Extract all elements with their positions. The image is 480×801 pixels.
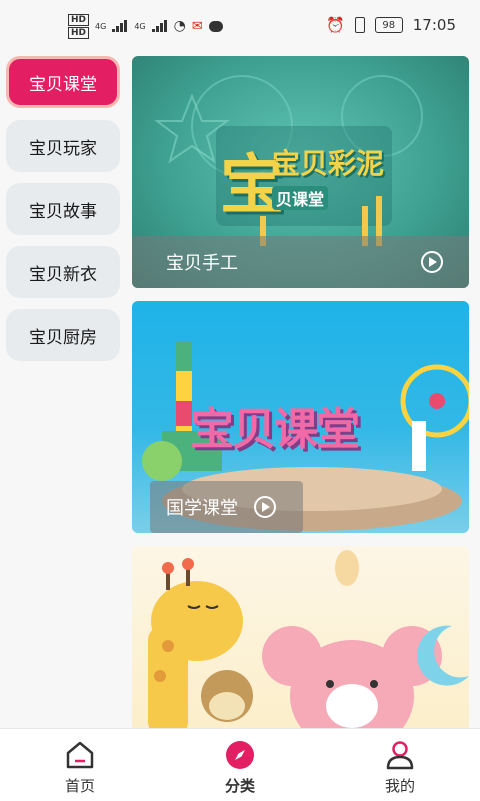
status-left: HD HD 4G 4G ◔ ✉ <box>68 13 223 39</box>
bottom-navigation: 首页 分类 我的 <box>0 728 480 801</box>
alarm-icon: ⏰ <box>326 16 345 34</box>
signal-icon <box>112 20 128 32</box>
sidebar-item-baby-story[interactable]: 宝贝故事 <box>6 183 120 235</box>
card-art-text: 宝贝课堂 <box>190 404 360 455</box>
category-sidebar: 宝贝课堂 宝贝玩家 宝贝故事 宝贝新衣 宝贝厨房 <box>0 56 128 728</box>
card-artwork <box>148 550 469 728</box>
battery-level: 98 <box>382 19 396 31</box>
card-title: 宝贝手工 <box>166 253 238 274</box>
tab-profile[interactable]: 我的 <box>350 737 450 797</box>
card-title: 国学课堂 <box>166 498 238 519</box>
tab-category[interactable]: 分类 <box>190 737 290 797</box>
hd-icon: HD <box>68 13 90 26</box>
status-bar: HD HD 4G 4G ◔ ✉ ⏰ 98 17:05 <box>0 0 480 56</box>
video-card-animals[interactable] <box>132 546 469 728</box>
battery-icon: 98 <box>374 17 403 33</box>
sidebar-item-baby-clothes[interactable]: 宝贝新衣 <box>6 246 120 298</box>
network-type: 4G <box>134 21 146 31</box>
sidebar-item-baby-classroom[interactable]: 宝贝课堂 <box>6 56 120 108</box>
card-art-text: 贝课堂 <box>272 186 329 210</box>
video-card-handcraft[interactable]: 宝 宝贝彩泥 贝课堂 宝贝手工 <box>132 56 469 288</box>
play-icon[interactable] <box>254 496 276 518</box>
clock: 17:05 <box>412 16 456 34</box>
tab-home[interactable]: 首页 <box>30 737 130 797</box>
sidebar-item-baby-kitchen[interactable]: 宝贝厨房 <box>6 309 120 361</box>
home-icon <box>66 741 94 769</box>
status-right: ⏰ 98 17:05 <box>326 16 456 34</box>
signal-icon <box>151 20 168 32</box>
sidebar-item-label: 宝贝玩家 <box>29 138 97 159</box>
vibrate-icon <box>354 17 365 33</box>
user-icon <box>386 741 414 770</box>
tab-label: 首页 <box>64 777 95 795</box>
message-icon <box>208 20 223 32</box>
video-card-chinese-studies[interactable]: 宝贝课堂 国学课堂 <box>132 301 469 533</box>
card-caption-bar: 宝贝手工 <box>132 236 469 288</box>
hd-icon: HD <box>68 26 90 39</box>
wifi-icon: ◔ <box>173 18 186 34</box>
sidebar-item-label: 宝贝故事 <box>29 201 97 222</box>
content-list: 宝 宝贝彩泥 贝课堂 宝贝手工 宝贝课堂 国学课堂 <box>132 56 470 728</box>
network-type: 4G <box>95 21 107 31</box>
sidebar-item-label: 宝贝新衣 <box>29 264 97 285</box>
app-notification-icon: ✉ <box>191 18 203 34</box>
tab-label: 我的 <box>384 777 415 795</box>
tab-label: 分类 <box>224 777 255 795</box>
card-caption-bar: 国学课堂 <box>150 481 303 533</box>
sidebar-item-label: 宝贝厨房 <box>29 327 97 348</box>
card-art-text: 宝贝彩泥 <box>272 147 385 180</box>
sidebar-item-label: 宝贝课堂 <box>29 74 97 95</box>
play-icon[interactable] <box>421 251 443 273</box>
sidebar-item-baby-player[interactable]: 宝贝玩家 <box>6 120 120 172</box>
compass-icon <box>226 741 254 769</box>
